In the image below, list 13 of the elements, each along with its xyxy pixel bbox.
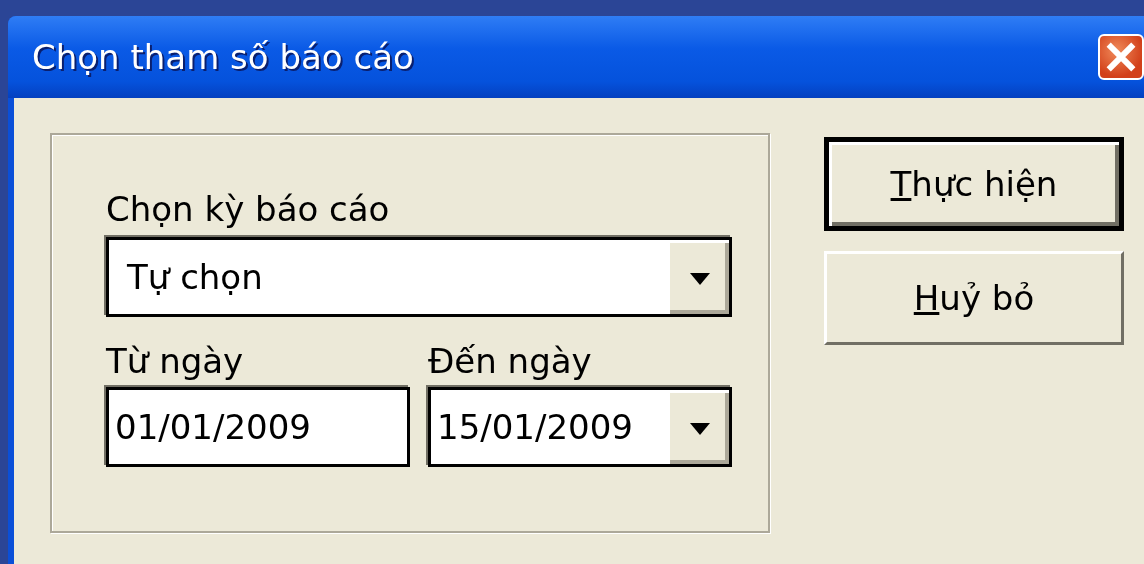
run-button[interactable]: Thực hiện [824, 137, 1124, 231]
field-label: Chọn kỳ báo cáo [106, 188, 390, 231]
close-icon [1104, 40, 1138, 74]
window-title: Chọn tham số báo cáo [32, 37, 414, 77]
close-button[interactable] [1098, 34, 1144, 80]
dropdown-arrow-icon [689, 272, 710, 285]
period-dropdown[interactable]: Tự chọn [106, 237, 732, 317]
dropdown-arrow-icon [689, 422, 710, 435]
cancel-button[interactable]: Huỷ bỏ [824, 251, 1124, 345]
from-date-field[interactable]: 01/01/2009 [106, 387, 410, 467]
to-date-picker[interactable]: 15/01/2009 [428, 387, 732, 467]
field-label: Đến ngày [428, 340, 592, 383]
field-label: Từ ngày [106, 340, 244, 383]
